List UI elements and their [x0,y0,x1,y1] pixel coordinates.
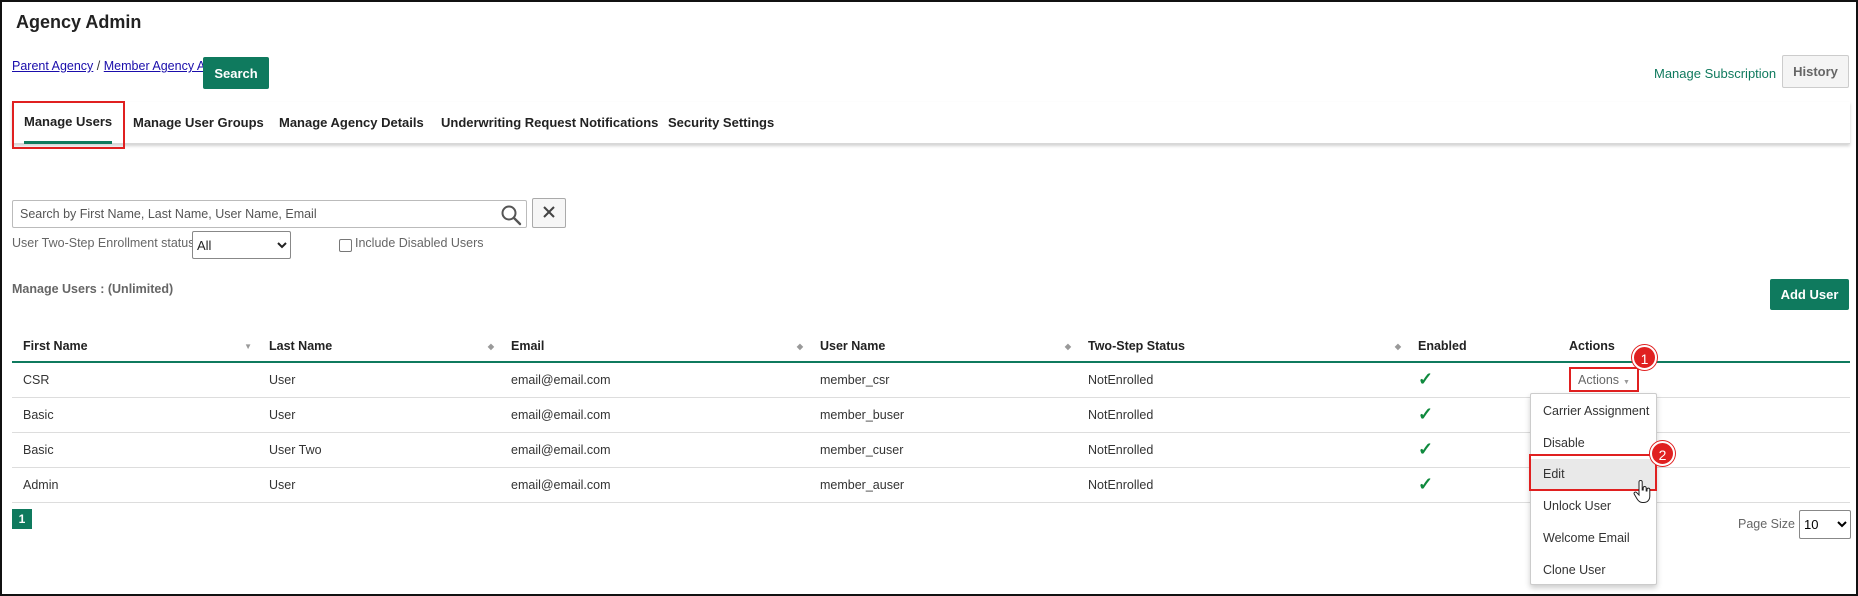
cell-last-name: User [258,362,500,398]
sort-icon[interactable]: ◆ [797,342,803,351]
cell-user-name: member_auser [809,467,1077,503]
cell-first-name: Basic [12,432,258,468]
check-icon: ✓ [1418,404,1434,424]
manage-subscription-link[interactable]: Manage Subscription [1654,66,1776,81]
check-icon: ✓ [1418,439,1434,459]
cell-last-name: User Two [258,432,500,468]
check-icon: ✓ [1418,369,1434,390]
table-header-row: First Name ▼ Last Name ◆ Email ◆ User Na… [12,330,1850,363]
column-label: Two-Step Status [1088,338,1185,353]
manage-users-count-label: Manage Users : (Unlimited) [12,282,174,296]
column-header-enabled: Enabled [1407,330,1558,363]
column-header-two-step-status[interactable]: Two-Step Status ◆ [1077,330,1407,363]
clear-search-button[interactable] [532,198,566,228]
cell-email: email@email.com [500,432,809,468]
menu-item-welcome-email[interactable]: Welcome Email [1531,523,1656,553]
menu-item-disable[interactable]: Disable [1531,428,1656,458]
enrollment-status-label: User Two-Step Enrollment status [12,236,195,250]
breadcrumb-parent-agency[interactable]: Parent Agency [12,59,93,73]
cell-user-name: member_csr [809,362,1077,398]
step-2-badge: 2 [1650,441,1675,466]
column-label: Email [511,338,545,353]
close-icon [541,204,557,223]
column-header-email[interactable]: Email ◆ [500,330,809,363]
cell-two-step-status: NotEnrolled [1077,397,1407,433]
column-header-first-name[interactable]: First Name ▼ [12,330,258,363]
menu-item-carrier-assignment[interactable]: Carrier Assignment [1531,396,1656,426]
tab-manage-agency-details[interactable]: Manage Agency Details [279,102,424,144]
step-1-badge: 1 [1632,345,1657,370]
cell-two-step-status: NotEnrolled [1077,467,1407,503]
column-header-last-name[interactable]: Last Name ◆ [258,330,500,363]
column-header-user-name[interactable]: User Name ◆ [809,330,1077,363]
column-label: First Name [23,338,88,353]
cell-email: email@email.com [500,397,809,433]
sort-icon[interactable]: ◆ [1395,342,1401,351]
cell-last-name: User [258,397,500,433]
breadcrumb-member-agency[interactable]: Member Agency A [104,59,205,73]
column-label: Last Name [269,338,333,353]
tab-bar: Manage Users Manage User Groups Manage A… [12,102,1850,144]
hand-cursor-icon [1633,479,1651,507]
agency-search-button[interactable]: Search [203,57,269,89]
enrollment-status-select[interactable]: All [192,231,291,259]
sort-icon[interactable]: ◆ [488,342,494,351]
tab-security-settings[interactable]: Security Settings [668,102,774,144]
cell-first-name: Basic [12,397,258,433]
breadcrumb: Parent Agency / Member Agency A [12,59,205,73]
history-button[interactable]: History [1782,55,1849,88]
cell-user-name: member_cuser [809,432,1077,468]
cell-last-name: User [258,467,500,503]
cell-email: email@email.com [500,362,809,398]
menu-item-clone-user[interactable]: Clone User [1531,555,1656,585]
breadcrumb-separator: / [96,59,101,73]
search-icon[interactable] [500,204,522,226]
add-user-button[interactable]: Add User [1770,279,1849,310]
include-disabled-checkbox[interactable] [339,239,352,252]
sort-icon[interactable]: ◆ [1065,342,1071,351]
tab-underwriting-request-notifications[interactable]: Underwriting Request Notifications [441,102,658,144]
cell-two-step-status: NotEnrolled [1077,362,1407,398]
actions-label: Actions [1578,373,1620,388]
cell-email: email@email.com [500,467,809,503]
cell-enabled: ✓ [1407,362,1558,398]
include-disabled-label: Include Disabled Users [355,236,484,250]
page-size-label: Page Size [1738,517,1795,531]
tab-manage-users[interactable]: Manage Users [24,102,113,144]
table-row: CSR User email@email.com member_csr NotE… [12,362,1850,398]
page-title: Agency Admin [16,12,142,32]
cell-two-step-status: NotEnrolled [1077,432,1407,468]
column-label: Enabled [1418,338,1467,353]
column-label: Actions [1569,338,1615,353]
page-1-button[interactable]: 1 [12,509,32,529]
row-actions-dropdown[interactable]: Actions ▼ [1569,367,1639,393]
column-header-actions: Actions [1558,330,1850,363]
app-window: Agency Admin Parent Agency / Member Agen… [0,0,1858,596]
page-size-select[interactable]: 10 [1799,510,1851,539]
cell-first-name: Admin [12,467,258,503]
cell-first-name: CSR [12,362,258,398]
cell-user-name: member_buser [809,397,1077,433]
user-search-input[interactable] [12,200,527,228]
column-label: User Name [820,338,886,353]
sort-desc-icon[interactable]: ▼ [244,342,252,351]
cell-actions: Actions ▼ [1558,362,1850,398]
caret-down-icon: ▼ [1623,379,1630,387]
check-icon: ✓ [1418,474,1434,494]
tab-manage-user-groups[interactable]: Manage User Groups [133,102,264,144]
